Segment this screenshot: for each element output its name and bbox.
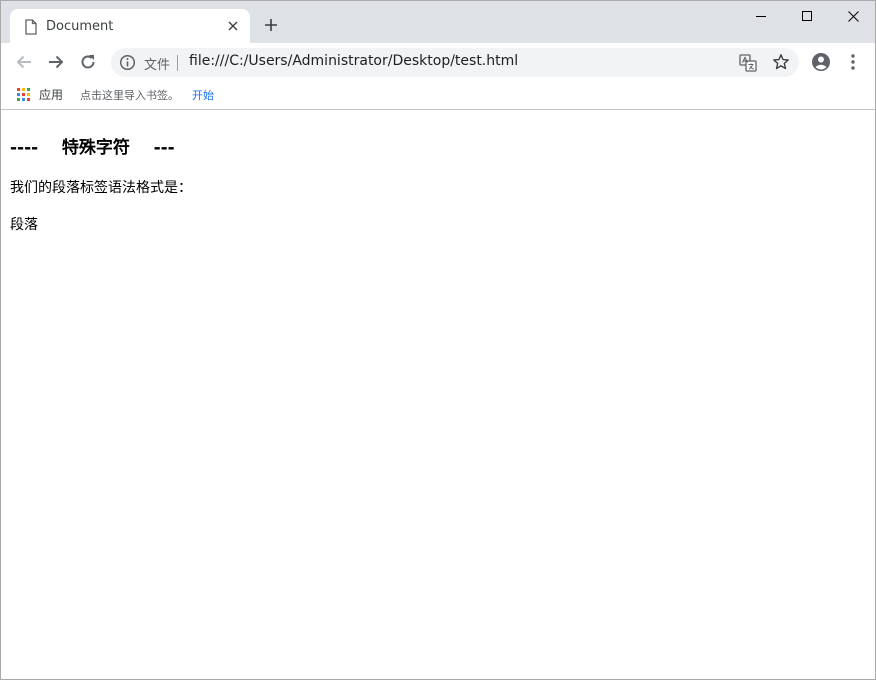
document-icon	[24, 19, 38, 35]
page-heading: ---- 特殊字符 ---	[10, 138, 175, 158]
bookmark-star-icon[interactable]	[772, 53, 790, 71]
minimize-icon[interactable]	[738, 1, 784, 31]
reload-icon[interactable]	[77, 51, 99, 73]
close-window-icon[interactable]	[830, 1, 875, 31]
maximize-icon[interactable]	[784, 1, 830, 31]
new-tab-icon[interactable]	[261, 15, 281, 35]
more-menu-icon[interactable]	[846, 52, 860, 72]
import-bookmarks-hint: 点击这里导入书签。	[80, 89, 179, 102]
apps-label[interactable]: 应用	[39, 86, 63, 103]
paragraph-2: 段落	[10, 217, 38, 233]
tab-document[interactable]: Document	[10, 9, 250, 43]
tab-title: Document	[46, 19, 114, 34]
apps-grid-icon[interactable]	[17, 87, 31, 101]
url-text[interactable]: file:///C:/Users/Administrator/Desktop/t…	[189, 53, 518, 69]
import-start-link[interactable]: 开始	[192, 87, 214, 103]
page-content: ---- 特殊字符 --- 我们的段落标签语法格式是： 段落	[1, 111, 875, 679]
close-tab-icon[interactable]	[224, 17, 242, 35]
toolbar: 文件 file:///C:/Users/Administrator/Deskto…	[1, 43, 875, 81]
scheme-label: 文件	[144, 58, 171, 73]
tab-strip: Document	[1, 1, 875, 43]
scheme-divider	[177, 55, 178, 71]
address-bar[interactable]: 文件 file:///C:/Users/Administrator/Deskto…	[111, 48, 799, 77]
bookmarks-bar: 应用 点击这里导入书签。 开始	[1, 81, 875, 110]
back-arrow-icon[interactable]	[13, 51, 35, 73]
paragraph-1: 我们的段落标签语法格式是：	[10, 180, 192, 196]
browser-window: Document 文件 file:///C:/Users/Administrat…	[0, 0, 876, 680]
account-icon[interactable]	[811, 52, 831, 72]
forward-arrow-icon[interactable]	[45, 51, 67, 73]
translate-icon[interactable]	[739, 54, 757, 72]
info-icon[interactable]	[119, 54, 136, 71]
